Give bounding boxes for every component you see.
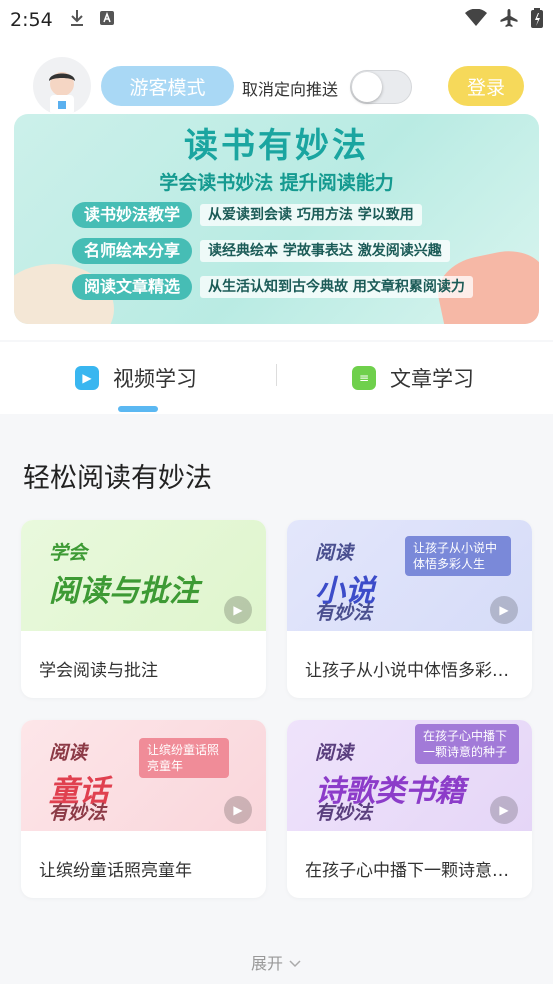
banner-desc: 读经典绘本 学故事表达 激发阅读兴趣 [200,240,450,262]
tv-icon: ▶ [75,366,99,390]
play-icon: ▶ [224,596,252,624]
card-caption: 在孩子心中播下一颗诗意的种子 [305,861,520,881]
play-icon: ▶ [490,596,518,624]
thumb-text: 有妙法 [49,802,107,824]
thumb-text: 有妙法 [315,602,373,624]
banner-row: 阅读文章精选 从生活认知到古今典故 用文章积累阅读力 [72,274,473,300]
banner-desc: 从爱读到会读 巧用方法 学以致用 [200,204,422,226]
thumb-bubble: 让缤纷童话照亮童年 [139,738,229,778]
banner-row: 名师绘本分享 读经典绘本 学故事表达 激发阅读兴趣 [72,238,450,264]
tab-video-learning[interactable]: ▶ 视频学习 [75,362,197,394]
play-icon: ▶ [490,796,518,824]
tab-label: 视频学习 [113,367,197,391]
banner-tag: 读书妙法教学 [72,202,193,228]
card-thumbnail: 学会 阅读与批注 ▶ [21,520,266,631]
airplane-icon [499,8,519,32]
video-card[interactable]: 阅读 小说 有妙法 让孩子从小说中体悟多彩人生 ▶ 让孩子从小说中体悟多彩人生 [287,520,532,698]
a-icon [99,10,115,30]
chevron-down-icon [288,954,302,973]
card-thumbnail: 阅读 童话 有妙法 让缤纷童话照亮童年 ▶ [21,720,266,831]
status-time: 2:54 [10,9,53,31]
wifi-icon [465,8,487,31]
expand-button[interactable]: 展开 [0,950,553,974]
tab-indicator [118,406,158,412]
download-icon [69,9,85,31]
card-caption: 让缤纷童话照亮童年 [39,861,192,881]
avatar[interactable] [33,57,91,115]
login-button[interactable]: 登录 [448,66,524,106]
content-tabs: ▶ 视频学习 ≡ 文章学习 [0,342,553,414]
thumb-text: 阅读 [315,542,354,564]
tab-article-learning[interactable]: ≡ 文章学习 [352,362,474,394]
section-title: 轻松阅读有妙法 [23,463,212,494]
status-bar: 2:54 [0,0,553,40]
tab-divider [276,364,277,386]
thumb-text: 学会 [49,542,88,564]
banner-title: 读书有妙法 [184,126,369,166]
card-thumbnail: 阅读 小说 有妙法 让孩子从小说中体悟多彩人生 ▶ [287,520,532,631]
toggle-knob [352,72,382,102]
banner-tag: 名师绘本分享 [72,238,193,264]
push-toggle-label: 取消定向推送 [242,80,339,99]
card-thumbnail: 阅读 诗歌类书籍 有妙法 在孩子心中播下一颗诗意的种子 ▶ [287,720,532,831]
banner-tag: 阅读文章精选 [72,274,193,300]
thumb-bubble: 在孩子心中播下一颗诗意的种子 [415,724,519,764]
expand-label: 展开 [250,954,283,973]
video-card[interactable]: 阅读 诗歌类书籍 有妙法 在孩子心中播下一颗诗意的种子 ▶ 在孩子心中播下一颗诗… [287,720,532,898]
card-caption: 学会阅读与批注 [39,661,158,681]
thumb-text: 阅读 [315,742,354,764]
banner-row: 读书妙法教学 从爱读到会读 巧用方法 学以致用 [72,202,422,228]
card-caption: 让孩子从小说中体悟多彩人生 [305,661,520,681]
thumb-text: 有妙法 [315,802,373,824]
push-toggle[interactable] [350,70,412,104]
video-card[interactable]: 阅读 童话 有妙法 让缤纷童话照亮童年 ▶ 让缤纷童话照亮童年 [21,720,266,898]
header-area: 游客模式 取消定向推送 登录 读书有妙法 学会读书妙法 提升阅读能力 读书妙法教… [0,40,553,340]
tab-label: 文章学习 [390,367,474,391]
promo-banner[interactable]: 读书有妙法 学会读书妙法 提升阅读能力 读书妙法教学 从爱读到会读 巧用方法 学… [14,114,539,324]
thumb-bubble: 让孩子从小说中体悟多彩人生 [405,536,511,576]
guest-mode-button[interactable]: 游客模式 [101,66,234,106]
thumb-text: 阅读与批注 [49,574,199,609]
battery-icon [531,8,543,32]
video-card[interactable]: 学会 阅读与批注 ▶ 学会阅读与批注 [21,520,266,698]
play-icon: ▶ [224,796,252,824]
banner-desc: 从生活认知到古今典故 用文章积累阅读力 [200,276,473,298]
thumb-text: 阅读 [49,742,88,764]
document-icon: ≡ [352,366,376,390]
banner-subtitle: 学会读书妙法 提升阅读能力 [159,172,394,194]
